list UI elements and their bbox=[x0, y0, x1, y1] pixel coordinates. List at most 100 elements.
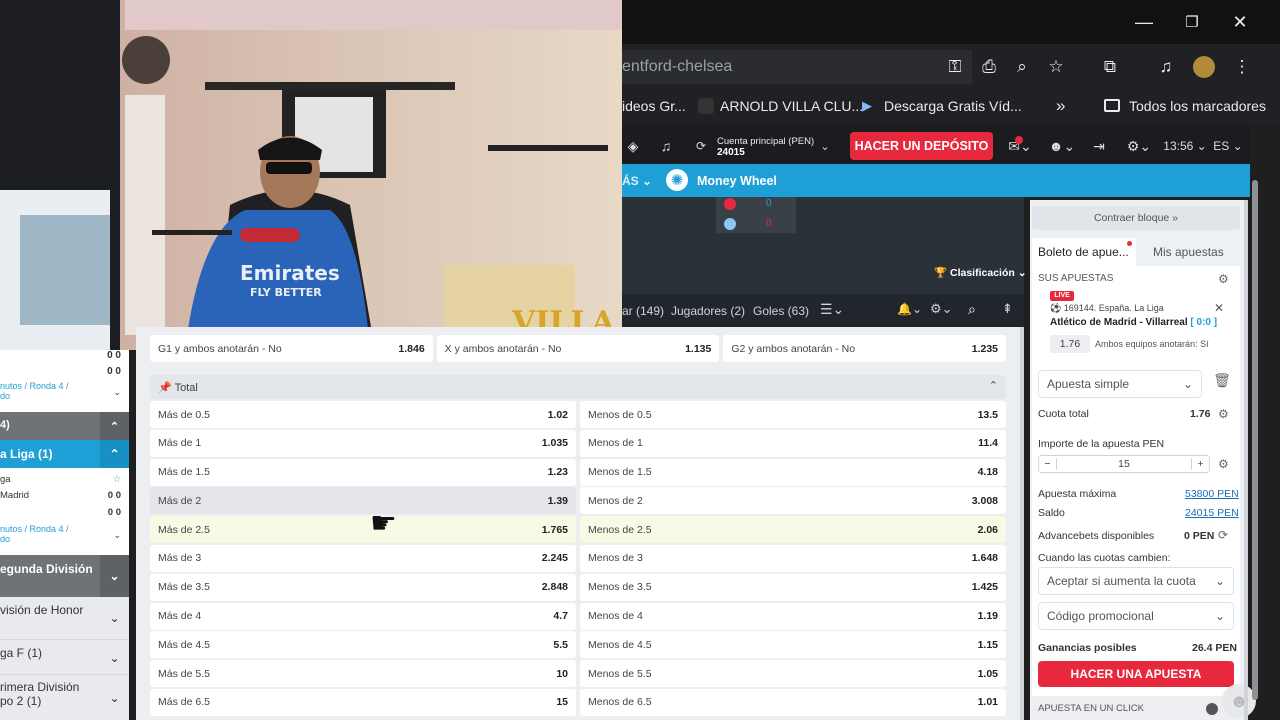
key-icon[interactable]: ⚿ bbox=[944, 56, 966, 78]
settings-icon[interactable]: ⚙ bbox=[1218, 272, 1229, 286]
profile-avatar[interactable] bbox=[1193, 56, 1215, 78]
one-click-toggle[interactable] bbox=[1206, 703, 1218, 715]
under-outcome[interactable]: Menos de 1.5 4.18 bbox=[580, 458, 1006, 486]
settings-icon[interactable]: ⚙ bbox=[1218, 457, 1229, 471]
market-outcome[interactable]: X y ambos anotarán - No 1.135 bbox=[436, 335, 720, 362]
remove-bet-icon[interactable]: ✕ bbox=[1214, 301, 1224, 315]
settings-icon[interactable]: ⚙⌄ bbox=[1124, 134, 1154, 158]
chevron-down-icon[interactable]: ⌄ bbox=[100, 640, 129, 675]
settings-icon[interactable]: ⚙⌄ bbox=[930, 301, 953, 317]
deposit-button[interactable]: HACER UN DEPÓSITO bbox=[850, 132, 993, 160]
tab-players[interactable]: Jugadores (2) bbox=[671, 304, 745, 318]
extensions-icon[interactable]: ⧉ bbox=[1099, 56, 1121, 78]
league-honor-header[interactable]: visión de Honor ⌄ bbox=[0, 597, 129, 639]
trash-icon[interactable]: 🗑 bbox=[1208, 372, 1236, 396]
tab-goals[interactable]: Goles (63) bbox=[753, 304, 809, 318]
refresh-icon[interactable]: ⟳ bbox=[1218, 528, 1228, 542]
market-outcome[interactable]: G2 y ambos anotarán - No 1.235 bbox=[723, 335, 1007, 362]
tab-bet-slip[interactable]: Boleto de apue... bbox=[1032, 238, 1136, 266]
stake-input[interactable]: 15 bbox=[1057, 458, 1191, 470]
collapse-icon[interactable]: ⇞ bbox=[1002, 301, 1013, 317]
chevron-up-icon[interactable]: ⌃ bbox=[100, 412, 129, 440]
odds-change-select[interactable]: Aceptar si aumenta la cuota ⌄ bbox=[1038, 567, 1234, 595]
collapse-block-button[interactable]: Contraer bloque » bbox=[1032, 206, 1240, 230]
total-market-header[interactable]: 📌 Total ⌃ bbox=[150, 375, 1006, 399]
money-wheel-link[interactable]: Money Wheel bbox=[697, 174, 777, 188]
install-app-icon[interactable]: ⎙ bbox=[978, 56, 1000, 78]
over-outcome[interactable]: Más de 3 2.245 bbox=[150, 544, 576, 572]
menu-kebab-icon[interactable]: ⋮ bbox=[1231, 56, 1253, 78]
shield-icon[interactable]: ◈ bbox=[624, 134, 642, 158]
under-outcome[interactable]: Menos de 6.5 1.01 bbox=[580, 688, 1006, 716]
address-bar[interactable]: entford-chelsea bbox=[622, 50, 972, 84]
market-outcome[interactable]: G1 y ambos anotarán - No 1.846 bbox=[150, 335, 433, 362]
chevron-down-icon[interactable]: ⌄ bbox=[100, 555, 129, 597]
league-ligaf-header[interactable]: ga F (1) ⌄ bbox=[0, 639, 129, 674]
over-outcome[interactable]: Más de 4 4.7 bbox=[150, 602, 576, 630]
place-bet-button[interactable]: HACER UNA APUESTA bbox=[1038, 661, 1234, 687]
nav-more-item[interactable]: ÁS ⌄ bbox=[622, 174, 652, 188]
main-scrollbar[interactable] bbox=[1020, 327, 1024, 720]
league-group-header[interactable]: 4) ⌃ bbox=[0, 412, 129, 440]
over-outcome[interactable]: Más de 5.5 10 bbox=[150, 660, 576, 688]
zoom-icon[interactable]: ⌕ bbox=[1011, 56, 1033, 78]
under-outcome[interactable]: Menos de 2 3.008 bbox=[580, 487, 1006, 515]
search-icon[interactable]: ⌕ bbox=[968, 301, 976, 318]
chevron-down-icon[interactable]: ⌄ bbox=[100, 675, 129, 720]
media-control-icon[interactable]: ♫ bbox=[1155, 56, 1177, 78]
bookmark-item[interactable]: ARNOLD VILLA CLU... bbox=[720, 88, 863, 124]
over-outcome[interactable]: Más de 2.5 1.765 bbox=[150, 516, 576, 544]
refresh-icon[interactable]: ⟳ bbox=[692, 134, 710, 158]
chevron-up-icon[interactable]: ⌃ bbox=[989, 379, 998, 392]
time-display[interactable]: 13:56 ⌄ bbox=[1163, 134, 1206, 158]
chevron-down-icon[interactable]: ⌄ bbox=[113, 387, 121, 398]
over-outcome[interactable]: Más de 3.5 2.848 bbox=[150, 573, 576, 601]
max-bet-value[interactable]: 53800 PEN bbox=[1185, 488, 1239, 500]
close-button[interactable]: ✕ bbox=[1216, 0, 1264, 44]
page-scrollbar[interactable] bbox=[1252, 180, 1258, 700]
chevron-down-icon[interactable]: ⌄ bbox=[817, 134, 833, 158]
user-icon[interactable]: ☻⌄ bbox=[1046, 134, 1078, 158]
league-segunda-header[interactable]: egunda División ⌄ bbox=[0, 555, 129, 597]
chevron-up-icon[interactable]: ⌃ bbox=[100, 440, 129, 468]
standings-button[interactable]: 🏆 Clasificación ⌄ bbox=[934, 266, 1027, 279]
bookmark-star-icon[interactable]: ☆ bbox=[1045, 56, 1067, 78]
under-outcome[interactable]: Menos de 2.5 2.06 bbox=[580, 516, 1006, 544]
language-select[interactable]: ES ⌄ bbox=[1213, 134, 1243, 158]
over-outcome[interactable]: Más de 0.5 1.02 bbox=[150, 401, 576, 428]
league-primera-header[interactable]: rimera División po 2 (1) ⌄ bbox=[0, 674, 129, 720]
under-outcome[interactable]: Menos de 0.5 13.5 bbox=[580, 401, 1006, 428]
bell-icon[interactable]: 🔔⌄ bbox=[897, 302, 922, 316]
logout-icon[interactable]: ⇥ bbox=[1089, 134, 1109, 158]
under-outcome[interactable]: Menos de 1 11.4 bbox=[580, 429, 1006, 457]
more-bookmarks-icon[interactable]: » bbox=[1056, 88, 1065, 124]
decrement-button[interactable]: − bbox=[1039, 458, 1057, 470]
under-outcome[interactable]: Menos de 3 1.648 bbox=[580, 544, 1006, 572]
tab-all[interactable]: ar (149) bbox=[622, 304, 664, 318]
favorite-star-icon[interactable]: ☆ bbox=[112, 474, 121, 485]
bet-type-select[interactable]: Apuesta simple ⌄ bbox=[1038, 370, 1202, 398]
chevron-down-icon[interactable]: ⌄ bbox=[113, 530, 121, 541]
increment-button[interactable]: + bbox=[1191, 458, 1209, 470]
over-outcome[interactable]: Más de 2 1.39 bbox=[150, 487, 576, 515]
tab-my-bets[interactable]: Mis apuestas bbox=[1140, 238, 1240, 266]
slip-scrollbar[interactable] bbox=[1244, 200, 1248, 720]
league-laliga-header[interactable]: a Liga (1) ⌃ bbox=[0, 440, 129, 468]
over-outcome[interactable]: Más de 6.5 15 bbox=[150, 688, 576, 716]
balance-value[interactable]: 24015 PEN bbox=[1185, 507, 1239, 519]
chat-avatar-icon[interactable]: ☻ bbox=[1222, 684, 1256, 718]
over-outcome[interactable]: Más de 1.5 1.23 bbox=[150, 458, 576, 486]
under-outcome[interactable]: Menos de 4.5 1.15 bbox=[580, 631, 1006, 659]
minimize-button[interactable]: — bbox=[1120, 0, 1168, 44]
settings-icon[interactable]: ⚙ bbox=[1218, 407, 1229, 421]
under-outcome[interactable]: Menos de 3.5 1.425 bbox=[580, 573, 1006, 601]
list-view-icon[interactable]: ☰⌄ bbox=[820, 301, 844, 318]
chevron-down-icon[interactable]: ⌄ bbox=[100, 597, 129, 639]
promo-code-select[interactable]: Código promocional ⌄ bbox=[1038, 602, 1234, 630]
all-bookmarks-button[interactable]: Todos los marcadores bbox=[1129, 88, 1266, 124]
bell-icon[interactable]: ♫ bbox=[657, 134, 675, 158]
bookmark-item[interactable]: Descarga Gratis Víd... bbox=[884, 88, 1022, 124]
stake-stepper[interactable]: − 15 + bbox=[1038, 455, 1210, 473]
over-outcome[interactable]: Más de 1 1.035 bbox=[150, 429, 576, 457]
over-outcome[interactable]: Más de 4.5 5.5 bbox=[150, 631, 576, 659]
